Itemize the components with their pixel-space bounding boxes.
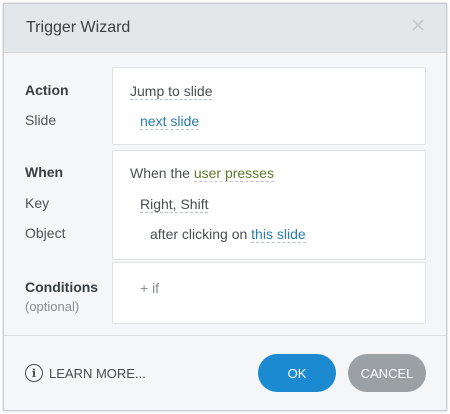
when-sentence: When the user presses: [130, 165, 274, 182]
conditions-panel: + if: [112, 262, 426, 324]
trigger-wizard-dialog: Trigger Wizard ✕ Action Slide Jump to sl…: [3, 3, 447, 411]
object-prefix-text: after clicking on: [150, 226, 248, 242]
slide-label: Slide: [25, 112, 57, 128]
ok-button[interactable]: OK: [258, 354, 336, 392]
cancel-button[interactable]: CANCEL: [348, 354, 426, 392]
action-panel: Jump to slide next slide: [112, 67, 426, 145]
key-label: Key: [25, 195, 50, 211]
object-sentence: after clicking on this slide: [150, 226, 306, 243]
conditions-section: Conditions (optional) + if: [4, 262, 446, 324]
action-dropdown[interactable]: Jump to slide: [130, 83, 213, 100]
conditions-label: Conditions: [25, 279, 99, 295]
when-prefix-text: When the: [130, 165, 190, 181]
dialog-titlebar: Trigger Wizard ✕: [4, 4, 446, 53]
learn-more-label: LEARN MORE...: [49, 365, 146, 381]
close-icon[interactable]: ✕: [410, 17, 426, 36]
action-section: Action Slide Jump to slide next slide: [4, 67, 446, 145]
when-panel: When the user presses Right, Shift after…: [112, 150, 426, 260]
key-input[interactable]: Right, Shift: [140, 196, 209, 213]
learn-more-link[interactable]: i LEARN MORE...: [25, 364, 146, 382]
action-label: Action: [25, 82, 69, 98]
slide-dropdown[interactable]: next slide: [140, 113, 200, 130]
when-section: When Key Object When the user presses Ri…: [4, 150, 446, 260]
dialog-footer: i LEARN MORE... OK CANCEL: [4, 335, 446, 410]
add-condition-button[interactable]: + if: [140, 280, 159, 296]
object-label: Object: [25, 225, 66, 241]
info-icon: i: [25, 364, 43, 382]
optional-label: (optional): [25, 299, 80, 314]
when-dropdown[interactable]: user presses: [193, 165, 274, 182]
object-dropdown[interactable]: this slide: [251, 226, 306, 243]
when-label: When: [25, 164, 64, 180]
dialog-title: Trigger Wizard: [26, 19, 131, 36]
